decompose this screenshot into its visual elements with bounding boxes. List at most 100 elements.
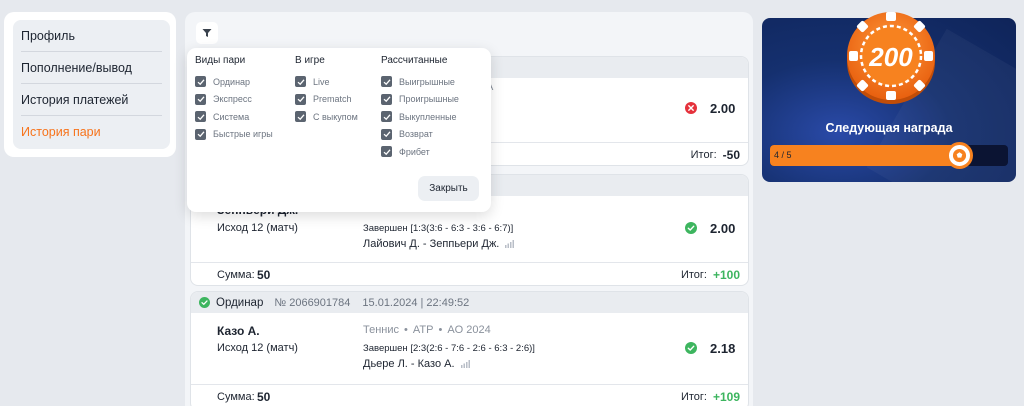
filter-option-label: Фрибет xyxy=(399,146,430,157)
filter-option-single[interactable]: Ординар xyxy=(195,73,273,91)
total-value: +100 xyxy=(712,268,740,282)
filter-option-label: Быстрые игры xyxy=(213,129,273,140)
bet-result: Завершен [1:3(3:6 - 6:3 - 3:6 - 6:7)] xyxy=(363,223,514,234)
bet-card-header: Ординар № 2066901784 15.01.2024 | 22:49:… xyxy=(191,292,748,313)
filter-column-title: В игре xyxy=(295,55,325,66)
filter-option-label: Проигрышные xyxy=(399,94,459,105)
checkbox[interactable] xyxy=(381,128,392,140)
filter-option-label: Выкупленные xyxy=(399,111,457,122)
sidebar-menu: Профиль Пополнение/вывод История платеже… xyxy=(13,20,170,149)
sum-label: Сумма: xyxy=(217,391,255,403)
sum-value: 50 xyxy=(257,390,271,404)
filter-option-label: Prematch xyxy=(313,94,352,105)
bet-tournament: AO 2024 xyxy=(447,324,491,336)
close-filter-button[interactable]: Закрыть xyxy=(418,176,479,201)
checkbox[interactable] xyxy=(381,93,392,105)
cross-circle-icon xyxy=(685,102,697,114)
bet-outcome: Исход 12 (матч) xyxy=(217,342,298,354)
filter-option-freebet[interactable]: Фрибет xyxy=(381,143,459,161)
bet-odds: 2.00 xyxy=(710,101,736,116)
profile-sidebar: Профиль Пополнение/вывод История платеже… xyxy=(4,12,176,157)
checkbox[interactable] xyxy=(295,111,306,123)
total-label: Итог: xyxy=(680,391,707,403)
checkbox[interactable] xyxy=(195,111,206,123)
checkmark-icon xyxy=(197,79,204,85)
checkbox[interactable] xyxy=(295,93,306,105)
filter-column-title: Рассчитанные xyxy=(381,55,448,66)
bet-card-body: Казо А. Теннис • ATP • AO 2024 Исход 12 (мат… xyxy=(191,313,748,384)
filter-column-bet-types: Виды пари Ординар Экспресс Система Быстр… xyxy=(195,55,273,143)
filter-column-settled: Рассчитанные Выигрышные Проигрышные Выку… xyxy=(381,55,459,161)
filter-column-in-game: В игре Live Prematch С выкупом xyxy=(295,55,358,126)
checkmark-icon xyxy=(383,79,390,85)
filter-option-live[interactable]: Live xyxy=(295,73,358,91)
checkbox[interactable] xyxy=(195,128,206,140)
filter-option-fast-games[interactable]: Быстрые игры xyxy=(195,126,273,144)
bet-team: Казо А. xyxy=(217,324,260,338)
filter-option-cashed-out[interactable]: Выкупленные xyxy=(381,108,459,126)
checkbox[interactable] xyxy=(381,146,392,158)
filter-option-label: Возврат xyxy=(399,129,433,140)
checkmark-icon xyxy=(297,96,304,103)
filter-option-label: Live xyxy=(313,76,330,87)
filter-option-label: Ординар xyxy=(213,76,251,87)
bet-total: Итог: +109 xyxy=(681,390,740,404)
signal-bars-icon[interactable] xyxy=(505,240,515,248)
bet-players: Лайович Д. - Зеппьери Дж. xyxy=(363,238,500,250)
total-label: Итог: xyxy=(690,149,717,161)
bet-odds: 2.18 xyxy=(710,341,736,356)
chip-value: 200 xyxy=(868,42,913,72)
progress-fill xyxy=(770,145,960,166)
sum-label: Сумма: xyxy=(217,269,255,281)
bet-players-row: Лайович Д. - Зеппьери Дж. xyxy=(363,238,515,250)
checkmark-icon xyxy=(383,149,390,155)
bet-players: Дьере Л. - Казо А. xyxy=(363,358,455,370)
sidebar-item-bet-history[interactable]: История пари xyxy=(21,116,162,148)
filter-option-won[interactable]: Выигрышные xyxy=(381,73,459,91)
filter-option-label: С выкупом xyxy=(313,111,358,122)
bet-outcome: Исход 12 (матч) xyxy=(217,222,298,234)
bet-odds: 2.00 xyxy=(710,221,736,236)
checkbox[interactable] xyxy=(195,76,206,88)
filter-option-prematch[interactable]: Prematch xyxy=(295,91,358,109)
total-label: Итог: xyxy=(680,269,707,281)
bet-league: ATP xyxy=(412,324,434,336)
checkmark-icon xyxy=(383,131,390,138)
poker-chip-icon: 200 xyxy=(847,12,935,104)
check-circle-icon xyxy=(199,297,210,308)
filter-option-express[interactable]: Экспресс xyxy=(195,91,273,109)
filter-option-label: Выигрышные xyxy=(399,76,455,87)
checkmark-icon xyxy=(197,131,204,138)
checkmark-icon xyxy=(197,114,204,120)
sidebar-item-profile[interactable]: Профиль xyxy=(21,20,162,52)
filter-option-cashout[interactable]: С выкупом xyxy=(295,108,358,126)
filter-option-refund[interactable]: Возврат xyxy=(381,126,459,144)
bet-total: Итог: +100 xyxy=(681,268,740,282)
check-circle-icon xyxy=(685,342,697,354)
filter-button[interactable] xyxy=(196,22,218,44)
checkbox[interactable] xyxy=(381,111,392,123)
signal-bars-icon[interactable] xyxy=(460,360,470,368)
sidebar-item-payment-history[interactable]: История платежей xyxy=(21,84,162,116)
bet-meta: Теннис • ATP • AO 2024 xyxy=(363,324,491,336)
bet-result: Завершен [2:3(2:6 - 7:6 - 2:6 - 6:3 - 2:… xyxy=(363,343,535,354)
checkmark-icon xyxy=(197,96,204,103)
checkbox[interactable] xyxy=(381,76,392,88)
bet-type: Ординар xyxy=(216,296,264,309)
checkmark-icon xyxy=(383,114,390,120)
bet-card: Ординар № 2066901784 15.01.2024 | 22:49:… xyxy=(190,291,749,406)
filter-option-lost[interactable]: Проигрышные xyxy=(381,91,459,109)
sum-value: 50 xyxy=(257,268,271,282)
total-value: +109 xyxy=(712,390,740,404)
bet-card-footer: Сумма: 50 Итог: +100 xyxy=(191,262,748,285)
bet-total: Итог: -50 xyxy=(691,148,740,162)
bet-number: № 2066901784 xyxy=(274,296,351,309)
checkbox[interactable] xyxy=(295,76,306,88)
progress-knob xyxy=(946,142,973,169)
checkbox[interactable] xyxy=(195,93,206,105)
progress-text: 4 / 5 xyxy=(774,150,792,160)
filter-option-system[interactable]: Система xyxy=(195,108,273,126)
filter-option-label: Система xyxy=(213,111,250,122)
filter-option-label: Экспресс xyxy=(213,94,252,105)
sidebar-item-deposit-withdraw[interactable]: Пополнение/вывод xyxy=(21,52,162,84)
